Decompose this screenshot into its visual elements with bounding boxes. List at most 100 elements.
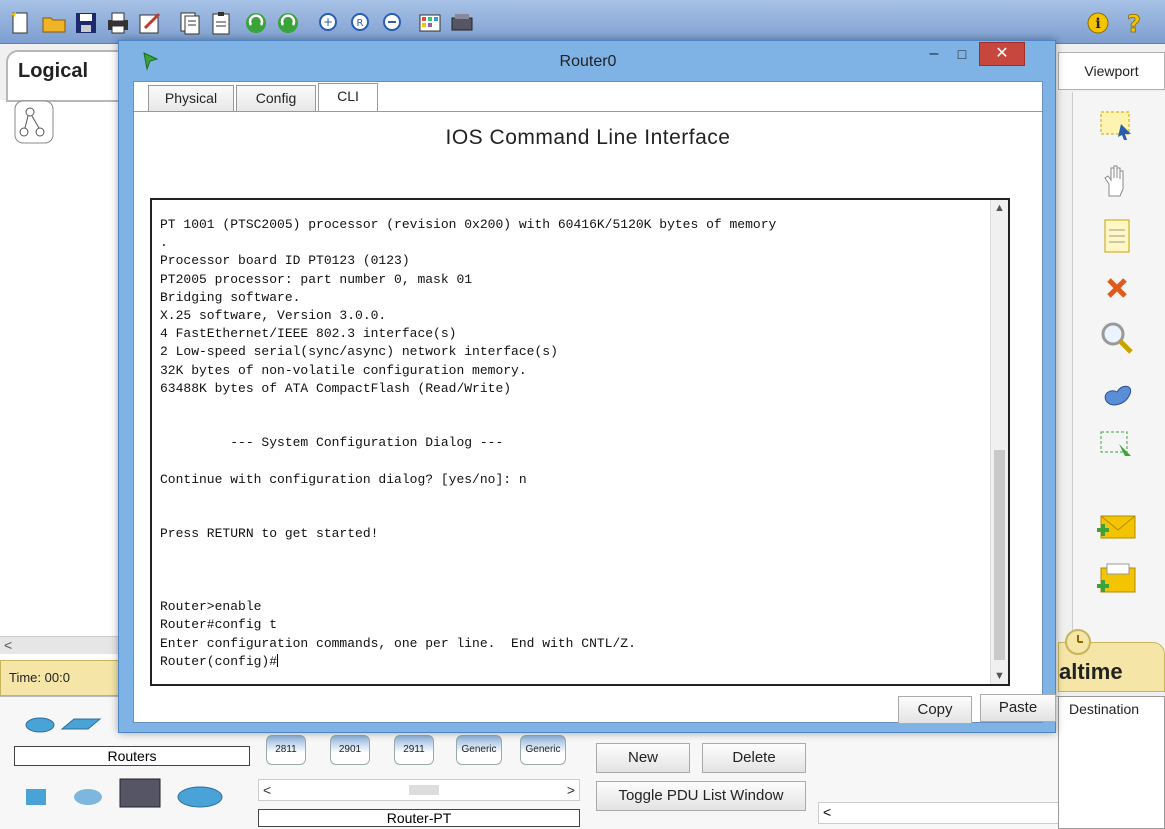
close-button[interactable]: ✕ xyxy=(979,42,1025,66)
model-generic-2[interactable]: Generic xyxy=(520,735,566,765)
delete-scenario-button[interactable]: Delete xyxy=(702,743,806,773)
zoom-reset-icon[interactable]: R xyxy=(346,9,374,37)
terminal-line: Processor board ID PT0123 (0123) xyxy=(160,253,410,269)
redo-icon[interactable] xyxy=(274,9,302,37)
terminal-line: X.25 software, Version 3.0.0. xyxy=(160,308,387,324)
terminal-scroll-thumb[interactable] xyxy=(994,450,1005,660)
packet-tracer-app: + R i ? Logical < Time: 00:0 Viewport al… xyxy=(0,0,1165,829)
tab-config[interactable]: Config xyxy=(236,85,316,111)
undo-icon[interactable] xyxy=(242,9,270,37)
terminal-line: Router>enable xyxy=(160,599,262,615)
add-complex-pdu-icon[interactable] xyxy=(1093,556,1141,604)
edit-icon[interactable] xyxy=(136,9,164,37)
note-icon[interactable] xyxy=(1093,212,1141,260)
model-2911[interactable]: 2911 xyxy=(394,735,434,765)
workspace-tab-label: Logical xyxy=(18,60,89,82)
scroll-up-icon[interactable]: ▲ xyxy=(994,202,1005,214)
scroll-left-icon[interactable]: < xyxy=(263,782,271,798)
terminal-line: Bridging software. xyxy=(160,289,301,305)
device-category-label: Routers xyxy=(14,746,250,766)
model-generic-1[interactable]: Generic xyxy=(456,735,502,765)
save-icon[interactable] xyxy=(72,9,100,37)
print-icon[interactable] xyxy=(104,9,132,37)
dialog-title: Router0 xyxy=(559,53,617,70)
svg-text:?: ? xyxy=(1127,10,1141,36)
paste-button[interactable]: Paste xyxy=(980,694,1056,722)
terminal-line: 63488K bytes of ATA CompactFlash (Read/W… xyxy=(160,380,512,396)
new-file-icon[interactable] xyxy=(6,9,34,37)
workspace-horizontal-scrollbar[interactable]: < xyxy=(0,636,135,654)
realtime-tab[interactable]: altime xyxy=(1058,629,1165,692)
maximize-button[interactable]: □ xyxy=(949,45,975,65)
new-scenario-button[interactable]: New xyxy=(596,743,690,773)
delete-icon[interactable] xyxy=(1093,264,1141,312)
scroll-down-icon[interactable]: ▼ xyxy=(994,670,1005,682)
logical-workspace-canvas[interactable] xyxy=(0,100,135,660)
minimize-button[interactable]: – xyxy=(921,45,947,65)
topology-icon[interactable] xyxy=(14,100,54,144)
scroll-left-icon[interactable]: < xyxy=(4,637,12,653)
scroll-left-icon[interactable]: < xyxy=(823,804,831,820)
destination-header: Destination xyxy=(1069,701,1140,717)
dialog-body: Physical Config CLI IOS Command Line Int… xyxy=(133,81,1056,724)
move-hand-icon[interactable] xyxy=(1093,158,1141,206)
terminal-line: PT 1001 (PTSC2005) processor (revision 0… xyxy=(160,217,777,232)
cli-terminal[interactable]: PT 1001 (PTSC2005) processor (revision 0… xyxy=(150,198,1010,686)
draw-shape-icon[interactable] xyxy=(1093,368,1141,416)
tab-physical[interactable]: Physical xyxy=(148,85,234,111)
router0-dialog: Router0 – □ ✕ Physical Config CLI IOS Co… xyxy=(118,40,1056,733)
tab-cli[interactable]: CLI xyxy=(318,83,378,111)
terminal-line: 32K bytes of non-volatile configuration … xyxy=(160,362,527,378)
text-cursor xyxy=(277,653,279,667)
realtime-label: altime xyxy=(1059,659,1123,684)
realtime-clock-icon xyxy=(1063,627,1093,657)
terminal-prompt-line[interactable]: Router(config)# xyxy=(160,653,990,671)
inspect-icon[interactable] xyxy=(1093,314,1141,362)
viewport-tab[interactable]: Viewport xyxy=(1058,52,1165,90)
scroll-thumb[interactable] xyxy=(409,785,439,795)
terminal-output[interactable]: PT 1001 (PTSC2005) processor (revision 0… xyxy=(160,216,990,671)
time-bar: Time: 00:0 xyxy=(0,660,135,696)
time-label: Time: 00:0 xyxy=(9,670,70,685)
main-toolbar: + R i ? xyxy=(0,0,1165,44)
pdu-list-destination-column: Destination xyxy=(1058,696,1165,829)
select-icon[interactable] xyxy=(1093,100,1141,148)
tools-palette xyxy=(1072,92,1165,682)
terminal-line: 2 Low-speed serial(sync/async) network i… xyxy=(160,344,558,360)
model-scrollbar[interactable]: < > xyxy=(258,779,580,801)
cli-heading: IOS Command Line Interface xyxy=(445,126,731,149)
tab-divider xyxy=(134,111,1042,112)
copy-button[interactable]: Copy xyxy=(898,696,972,724)
terminal-line: Continue with configuration dialog? [yes… xyxy=(160,471,527,487)
terminal-line: . xyxy=(160,235,168,251)
add-simple-pdu-icon[interactable] xyxy=(1093,502,1141,550)
zoom-in-icon[interactable]: + xyxy=(314,9,342,37)
model-2811[interactable]: 2811 xyxy=(266,735,306,765)
info-icon[interactable]: i xyxy=(1084,9,1112,37)
resize-shape-icon[interactable] xyxy=(1093,420,1141,468)
zoom-out-icon[interactable] xyxy=(378,9,406,37)
custom-device-icon[interactable] xyxy=(448,9,476,37)
logical-workspace-tab[interactable]: Logical xyxy=(6,50,136,102)
copy-icon[interactable] xyxy=(176,9,204,37)
device-category-icons-row2 xyxy=(22,775,242,815)
terminal-line: Press RETURN to get started! xyxy=(160,526,379,542)
help-icon[interactable]: ? xyxy=(1120,9,1148,37)
paste-icon[interactable] xyxy=(208,9,236,37)
terminal-scrollbar[interactable]: ▲ ▼ xyxy=(990,200,1008,684)
toggle-pdu-list-button[interactable]: Toggle PDU List Window xyxy=(596,781,806,811)
scroll-right-icon[interactable]: > xyxy=(567,782,575,798)
open-folder-icon[interactable] xyxy=(40,9,68,37)
terminal-line: Router#config t xyxy=(160,617,278,633)
selected-model-label: Router-PT xyxy=(258,809,580,827)
svg-text:R: R xyxy=(357,18,364,29)
svg-text:+: + xyxy=(323,15,333,29)
model-2901[interactable]: 2901 xyxy=(330,735,370,765)
palette-icon[interactable] xyxy=(416,9,444,37)
